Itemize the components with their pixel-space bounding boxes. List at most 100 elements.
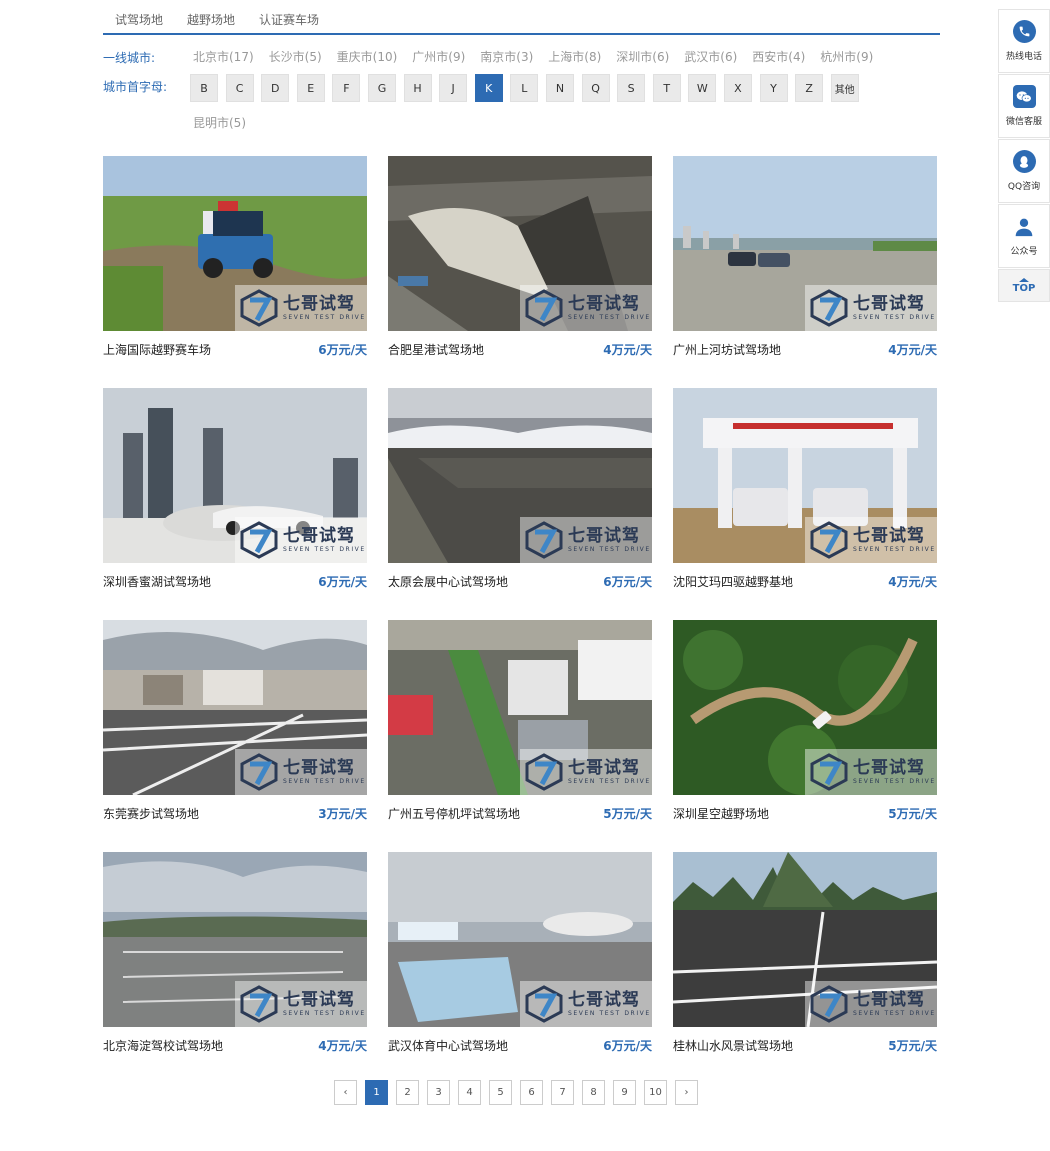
venue-name[interactable]: 桂林山水风景试驾场地 [673,1037,793,1054]
letter-filter-l[interactable]: L [510,74,539,102]
tab-test-drive-venue[interactable]: 试驾场地 [103,0,175,35]
venue-name[interactable]: 合肥星港试驾场地 [388,341,484,358]
venue-photo[interactable]: 七哥试驾 SEVEN TEST DRIVE [103,620,367,795]
venue-name[interactable]: 沈阳艾玛四驱越野基地 [673,573,793,590]
page-button-4[interactable]: 4 [458,1080,481,1105]
venue-photo[interactable]: 七哥试驾 SEVEN TEST DRIVE [388,156,652,331]
venue-name[interactable]: 北京海淀驾校试驾场地 [103,1037,223,1054]
venue-photo[interactable]: 七哥试驾 SEVEN TEST DRIVE [388,388,652,563]
page-button-3[interactable]: 3 [427,1080,450,1105]
letter-filter-x[interactable]: X [723,74,752,102]
letter-filter-d[interactable]: D [261,74,290,102]
venue-photo[interactable]: 七哥试驾 SEVEN TEST DRIVE [673,156,937,331]
qq-icon [1012,150,1036,173]
venue-card[interactable]: 七哥试驾 SEVEN TEST DRIVE 深圳香蜜湖试驾场地 6万元/天 [103,388,367,620]
venue-name[interactable]: 广州五号停机坪试驾场地 [388,805,520,822]
venue-name[interactable]: 深圳香蜜湖试驾场地 [103,573,211,590]
venue-name[interactable]: 上海国际越野赛车场 [103,341,211,358]
venue-card[interactable]: 七哥试驾 SEVEN TEST DRIVE 深圳星空越野场地 5万元/天 [673,620,937,852]
category-tabs: 试驾场地 越野场地 认证赛车场 [103,0,940,35]
letter-filter-z[interactable]: Z [795,74,824,102]
venue-name[interactable]: 深圳星空越野场地 [673,805,769,822]
venue-photo[interactable]: 七哥试驾 SEVEN TEST DRIVE [388,852,652,1027]
venue-photo[interactable]: 七哥试驾 SEVEN TEST DRIVE [673,620,937,795]
letter-filter-w[interactable]: W [688,74,717,102]
letter-filter-t[interactable]: T [652,74,681,102]
venue-card[interactable]: 七哥试驾 SEVEN TEST DRIVE 上海国际越野赛车场 6万元/天 [103,156,367,388]
watermark-en: SEVEN TEST DRIVE [853,546,936,553]
city-link[interactable]: 武汉市(6) [684,49,737,65]
page-button-7[interactable]: 7 [551,1080,574,1105]
venue-card[interactable]: 七哥试驾 SEVEN TEST DRIVE 北京海淀驾校试驾场地 4万元/天 [103,852,367,1084]
venue-photo[interactable]: 七哥试驾 SEVEN TEST DRIVE [103,156,367,331]
venue-name[interactable]: 武汉体育中心试驾场地 [388,1037,508,1054]
city-link[interactable]: 南京市(3) [480,49,533,65]
letter-filter-e[interactable]: E [296,74,325,102]
prev-page-button[interactable]: ‹ [334,1080,357,1105]
venue-meta: 桂林山水风景试驾场地 5万元/天 [673,1027,937,1063]
venue-name[interactable]: 广州上河坊试驾场地 [673,341,781,358]
tab-certified-racetrack[interactable]: 认证赛车场 [247,0,331,35]
back-to-top-button[interactable]: TOP [998,269,1050,302]
page-button-8[interactable]: 8 [582,1080,605,1105]
qq-consult-button[interactable]: QQ咨询 [998,139,1050,203]
venue-photo[interactable]: 七哥试驾 SEVEN TEST DRIVE [673,388,937,563]
watermark-en: SEVEN TEST DRIVE [568,778,651,785]
hotline-button[interactable]: 热线电话 [998,9,1050,73]
pagination: ‹ 1 2 3 4 5 6 7 8 9 10 › [334,1080,706,1105]
watermark-en: SEVEN TEST DRIVE [568,314,651,321]
city-link[interactable]: 长沙市(5) [269,49,322,65]
letter-filter-c[interactable]: C [225,74,254,102]
city-link[interactable]: 上海市(8) [548,49,601,65]
letter-filter-j[interactable]: J [439,74,468,102]
venue-meta: 北京海淀驾校试驾场地 4万元/天 [103,1027,367,1063]
venue-photo[interactable]: 七哥试驾 SEVEN TEST DRIVE [103,388,367,563]
letter-filter-list: B C D E F G H J K L N Q S T W X Y Z 其他 [190,74,866,102]
page-button-6[interactable]: 6 [520,1080,543,1105]
letter-filter-other[interactable]: 其他 [830,74,859,102]
letter-filter-k[interactable]: K [474,74,503,102]
page-button-5[interactable]: 5 [489,1080,512,1105]
wechat-label: 微信客服 [1005,117,1042,127]
city-link[interactable]: 北京市(17) [193,49,254,65]
letter-filter-s[interactable]: S [617,74,646,102]
city-link[interactable]: 杭州市(9) [820,49,873,65]
venue-card[interactable]: 七哥试驾 SEVEN TEST DRIVE 合肥星港试驾场地 4万元/天 [388,156,652,388]
venue-card[interactable]: 七哥试驾 SEVEN TEST DRIVE 桂林山水风景试驾场地 5万元/天 [673,852,937,1084]
page-button-9[interactable]: 9 [613,1080,636,1105]
venue-meta: 沈阳艾玛四驱越野基地 4万元/天 [673,563,937,599]
venue-photo[interactable]: 七哥试驾 SEVEN TEST DRIVE [673,852,937,1027]
venue-name[interactable]: 东莞赛步试驾场地 [103,805,199,822]
letter-filter-y[interactable]: Y [759,74,788,102]
page-button-1[interactable]: 1 [365,1080,388,1105]
venue-price: 5万元/天 [888,806,937,821]
letter-filter-h[interactable]: H [403,74,432,102]
letter-filter-b[interactable]: B [190,74,218,102]
official-account-button[interactable]: 公众号 [998,204,1050,268]
tab-offroad-venue[interactable]: 越野场地 [175,0,247,35]
city-link[interactable]: 深圳市(6) [616,49,669,65]
letter-filter-f[interactable]: F [332,74,361,102]
page-button-2[interactable]: 2 [396,1080,419,1105]
letter-filter-g[interactable]: G [367,74,396,102]
letter-filter-q[interactable]: Q [581,74,610,102]
city-link[interactable]: 重庆市(10) [337,49,398,65]
city-link[interactable]: 昆明市(5) [193,114,246,131]
venue-name[interactable]: 太原会展中心试驾场地 [388,573,508,590]
venue-card[interactable]: 七哥试驾 SEVEN TEST DRIVE 广州上河坊试驾场地 4万元/天 [673,156,937,388]
venue-card[interactable]: 七哥试驾 SEVEN TEST DRIVE 武汉体育中心试驾场地 6万元/天 [388,852,652,1084]
venue-photo[interactable]: 七哥试驾 SEVEN TEST DRIVE [388,620,652,795]
city-link[interactable]: 广州市(9) [412,49,465,65]
city-link[interactable]: 西安市(4) [752,49,805,65]
venue-meta: 广州五号停机坪试驾场地 5万元/天 [388,795,652,831]
venue-card[interactable]: 七哥试驾 SEVEN TEST DRIVE 东莞赛步试驾场地 3万元/天 [103,620,367,852]
venue-card[interactable]: 七哥试驾 SEVEN TEST DRIVE 广州五号停机坪试驾场地 5万元/天 [388,620,652,852]
venue-price: 6万元/天 [603,574,652,589]
page-button-10[interactable]: 10 [644,1080,667,1105]
venue-card[interactable]: 七哥试驾 SEVEN TEST DRIVE 沈阳艾玛四驱越野基地 4万元/天 [673,388,937,620]
letter-filter-n[interactable]: N [545,74,574,102]
venue-card[interactable]: 七哥试驾 SEVEN TEST DRIVE 太原会展中心试驾场地 6万元/天 [388,388,652,620]
next-page-button[interactable]: › [675,1080,698,1105]
wechat-service-button[interactable]: 微信客服 [998,74,1050,138]
venue-photo[interactable]: 七哥试驾 SEVEN TEST DRIVE [103,852,367,1027]
